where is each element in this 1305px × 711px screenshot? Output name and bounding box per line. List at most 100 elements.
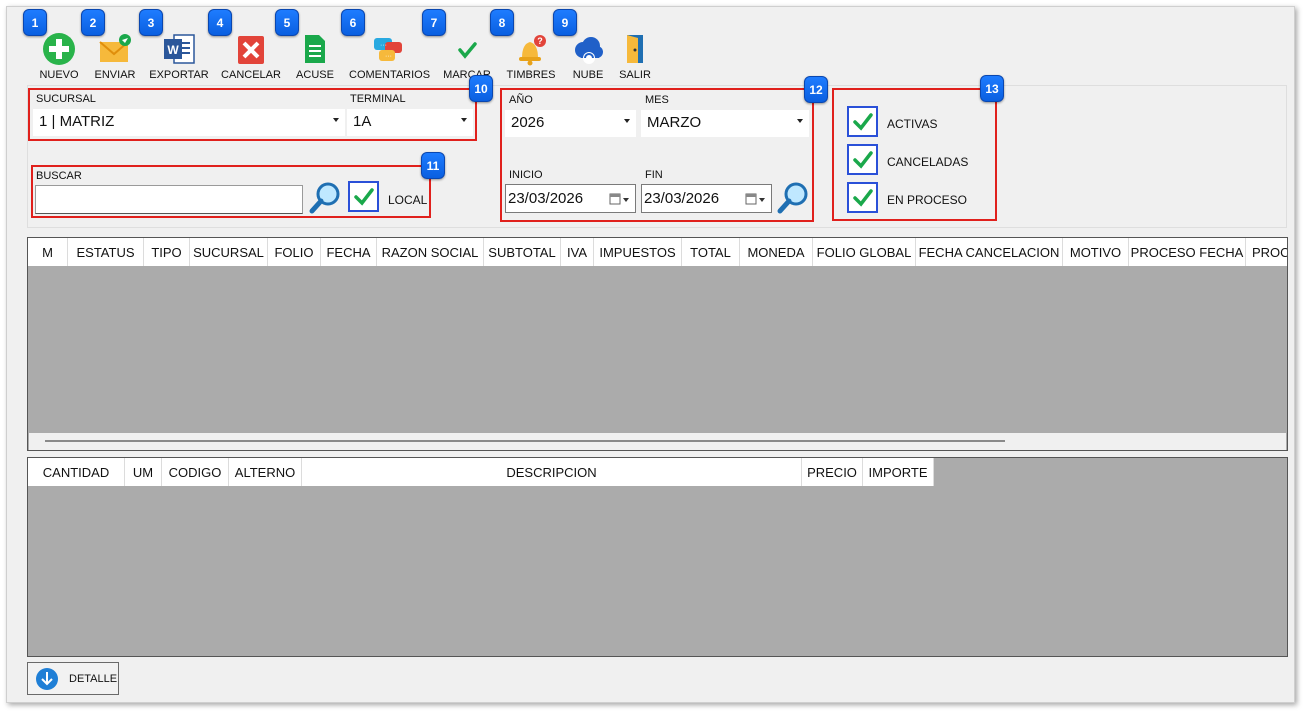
chat-bubbles-icon: ··· ··· xyxy=(371,32,405,66)
callout-badge: 2 xyxy=(81,9,105,36)
date-search-icon[interactable] xyxy=(776,180,812,216)
enviar-button[interactable]: ENVIAR xyxy=(85,29,145,81)
buscar-input[interactable] xyxy=(35,185,303,214)
anio-select[interactable]: 2026 xyxy=(505,110,636,137)
invoices-grid[interactable]: M ESTATUS TIPO SUCURSAL FOLIO FECHA RAZO… xyxy=(27,237,1288,451)
horizontal-scrollbar[interactable] xyxy=(29,433,1286,450)
column-header[interactable]: TIPO xyxy=(144,238,190,266)
fin-label: FIN xyxy=(645,169,663,181)
canceladas-checkbox[interactable] xyxy=(847,144,878,175)
inicio-date-picker[interactable]: 23/03/2026 xyxy=(505,184,636,213)
detail-grid[interactable]: CANTIDAD UM CODIGO ALTERNO DESCRIPCION P… xyxy=(27,457,1288,657)
column-header[interactable]: IMPUESTOS xyxy=(594,238,682,266)
app-window: NUEVO ENVIAR W EXPORTAR CANCELAR ACUSE ·… xyxy=(6,6,1295,703)
activas-checkbox[interactable] xyxy=(847,106,878,137)
column-header[interactable]: FECHA xyxy=(321,238,377,266)
nuevo-label: NUEVO xyxy=(39,69,79,81)
arrow-down-icon xyxy=(36,668,58,690)
word-document-icon: W xyxy=(162,32,196,66)
anio-label: AÑO xyxy=(509,94,533,106)
callout-badge: 10 xyxy=(469,75,493,102)
mes-select[interactable]: MARZO xyxy=(641,110,809,137)
sucursal-label: SUCURSAL xyxy=(36,93,96,105)
chevron-down-icon xyxy=(797,119,803,123)
timbres-button[interactable]: ? TIMBRES xyxy=(501,29,561,81)
column-header[interactable]: MOTIVO xyxy=(1063,238,1129,266)
sucursal-select[interactable]: 1 | MATRIZ xyxy=(33,109,345,136)
column-header[interactable]: PRECIO xyxy=(802,458,863,486)
cloud-sync-icon xyxy=(571,32,605,66)
column-header[interactable]: CANTIDAD xyxy=(28,458,125,486)
canceladas-label: CANCELADAS xyxy=(887,155,969,169)
check-icon xyxy=(354,188,374,206)
column-header[interactable]: FOLIO GLOBAL xyxy=(813,238,916,266)
callout-badge: 3 xyxy=(139,9,163,36)
column-header[interactable]: IVA xyxy=(561,238,594,266)
callout-badge: 5 xyxy=(275,9,299,36)
column-header[interactable]: SUCURSAL xyxy=(190,238,268,266)
marcar-button[interactable]: MARCAR xyxy=(437,29,497,81)
column-header[interactable]: TOTAL xyxy=(682,238,740,266)
terminal-value: 1A xyxy=(353,113,372,130)
detalle-button[interactable]: DETALLE xyxy=(27,662,119,695)
exportar-label: EXPORTAR xyxy=(149,69,209,81)
callout-badge: 11 xyxy=(421,152,445,179)
comentarios-button[interactable]: ··· ··· COMENTARIOS xyxy=(349,29,430,81)
acuse-button[interactable]: ACUSE xyxy=(285,29,345,81)
timbres-label: TIMBRES xyxy=(506,69,556,81)
column-header[interactable]: SUBTOTAL xyxy=(484,238,561,266)
callout-badge: 6 xyxy=(341,9,365,36)
sucursal-value: 1 | MATRIZ xyxy=(39,113,115,130)
search-icon[interactable] xyxy=(308,180,344,216)
mes-label: MES xyxy=(645,94,669,106)
salir-label: SALIR xyxy=(619,69,651,81)
column-header[interactable]: CODIGO xyxy=(162,458,229,486)
nuevo-button[interactable]: NUEVO xyxy=(29,29,89,81)
callout-badge: 7 xyxy=(422,9,446,36)
check-icon xyxy=(853,189,873,207)
scrollbar-thumb[interactable] xyxy=(45,440,1005,442)
column-header[interactable]: PROCE xyxy=(1246,238,1287,266)
anio-value: 2026 xyxy=(511,114,545,131)
envelope-send-icon xyxy=(98,32,132,66)
column-header[interactable]: IMPORTE xyxy=(863,458,934,486)
callout-badge: 12 xyxy=(804,76,828,103)
exportar-button[interactable]: W EXPORTAR xyxy=(149,29,209,81)
invoices-grid-header: M ESTATUS TIPO SUCURSAL FOLIO FECHA RAZO… xyxy=(28,238,1287,266)
column-header[interactable]: DESCRIPCION xyxy=(302,458,802,486)
column-header[interactable]: FECHA CANCELACION xyxy=(916,238,1063,266)
column-header[interactable]: UM xyxy=(125,458,162,486)
column-header[interactable]: RAZON SOCIAL xyxy=(377,238,484,266)
svg-text:···: ··· xyxy=(385,53,392,60)
chevron-down-icon xyxy=(624,119,630,123)
chevron-down-icon xyxy=(333,118,339,122)
column-header[interactable]: FOLIO xyxy=(268,238,321,266)
detalle-label: DETALLE xyxy=(69,673,118,685)
inicio-label: INICIO xyxy=(509,169,543,181)
receipt-document-icon xyxy=(298,32,332,66)
cancelar-button[interactable]: CANCELAR xyxy=(221,29,281,81)
salir-button[interactable]: SALIR xyxy=(605,29,665,81)
callout-badge: 8 xyxy=(490,9,514,36)
check-icon xyxy=(853,113,873,131)
column-header[interactable]: M xyxy=(28,238,68,266)
fin-date-picker[interactable]: 23/03/2026 xyxy=(641,184,772,213)
column-header[interactable]: PROCESO FECHA xyxy=(1129,238,1246,266)
plus-circle-icon xyxy=(42,32,76,66)
en-proceso-checkbox[interactable] xyxy=(847,182,878,213)
calendar-icon xyxy=(609,193,629,205)
column-header[interactable]: ALTERNO xyxy=(229,458,302,486)
terminal-select[interactable]: 1A xyxy=(347,109,473,136)
acuse-label: ACUSE xyxy=(296,69,334,81)
checkmark-icon xyxy=(450,32,484,66)
callout-badge: 4 xyxy=(208,9,232,36)
callout-badge: 9 xyxy=(553,9,577,36)
calendar-icon xyxy=(745,193,765,205)
column-header[interactable]: ESTATUS xyxy=(68,238,144,266)
local-checkbox[interactable] xyxy=(348,181,379,212)
svg-text:···: ··· xyxy=(380,42,387,49)
buscar-label: BUSCAR xyxy=(36,170,82,182)
local-label: LOCAL xyxy=(388,193,428,207)
column-header[interactable]: MONEDA xyxy=(740,238,813,266)
chevron-down-icon xyxy=(461,118,467,122)
